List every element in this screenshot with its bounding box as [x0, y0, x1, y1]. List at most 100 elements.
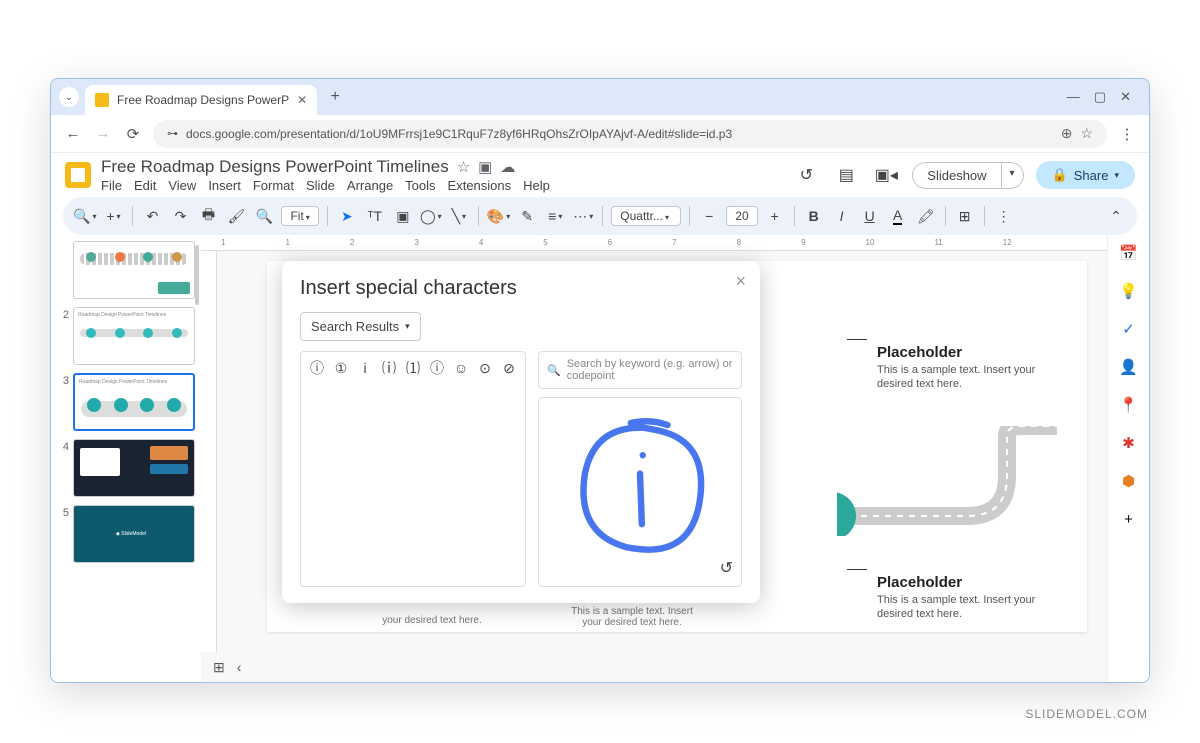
site-info-icon[interactable]: ⊶: [167, 127, 178, 140]
character-search-input[interactable]: 🔍 Search by keyword (e.g. arrow) or code…: [538, 351, 742, 389]
menu-insert[interactable]: Insert: [208, 178, 241, 193]
insert-comment-button[interactable]: ⊞: [954, 204, 976, 228]
slide-number: 3: [57, 373, 69, 431]
new-slide-button[interactable]: +: [102, 204, 124, 228]
char-result[interactable]: ⒤: [379, 358, 399, 378]
forward-button[interactable]: →: [93, 124, 113, 144]
menu-edit[interactable]: Edit: [134, 178, 156, 193]
char-result[interactable]: ⓘ: [427, 358, 447, 378]
special-characters-dialog: × Insert special characters Search Resul…: [282, 261, 760, 603]
document-title[interactable]: Free Roadmap Designs PowerPoint Timeline…: [101, 157, 449, 177]
char-result[interactable]: ①: [331, 358, 351, 378]
underline-button[interactable]: U: [859, 204, 881, 228]
menu-extensions[interactable]: Extensions: [448, 178, 512, 193]
undo-draw-button[interactable]: ↺: [720, 558, 733, 578]
highlight-button[interactable]: 🖍: [915, 204, 937, 228]
contacts-icon[interactable]: 👤: [1119, 357, 1139, 377]
back-button[interactable]: ←: [63, 124, 83, 144]
menu-format[interactable]: Format: [253, 178, 294, 193]
undo-button[interactable]: ↶: [141, 204, 163, 228]
omnibox[interactable]: ⊶ docs.google.com/presentation/d/1oU9MFr…: [153, 120, 1107, 148]
bookmark-icon[interactable]: ☆: [1080, 125, 1093, 142]
tab-list-button[interactable]: ⌄: [59, 87, 79, 107]
zoom-tool-button[interactable]: 🔍: [253, 204, 275, 228]
fill-color-button[interactable]: 🎨: [487, 204, 510, 228]
addon-icon[interactable]: ✱: [1119, 433, 1139, 453]
slideshow-button[interactable]: Slideshow: [912, 162, 1001, 189]
paint-format-button[interactable]: 🖌: [225, 204, 247, 228]
get-addons-button[interactable]: +: [1119, 509, 1139, 529]
slide-thumbnail-1[interactable]: [73, 241, 195, 299]
font-size-input[interactable]: 20: [726, 206, 757, 226]
text-color-button[interactable]: A: [887, 204, 909, 228]
char-result[interactable]: ⊙: [475, 358, 495, 378]
select-tool[interactable]: ➤: [336, 204, 358, 228]
line-tool[interactable]: ╲: [448, 204, 470, 228]
slide-thumbnail-4[interactable]: [73, 439, 195, 497]
maps-icon[interactable]: 📍: [1119, 395, 1139, 415]
more-toolbar-button[interactable]: ⋮: [993, 204, 1015, 228]
close-window-button[interactable]: ✕: [1120, 89, 1131, 105]
keep-icon[interactable]: 💡: [1119, 281, 1139, 301]
draw-character-canvas[interactable]: ↺: [538, 397, 742, 587]
new-tab-button[interactable]: +: [323, 85, 347, 109]
char-result[interactable]: i: [355, 358, 375, 378]
search-menus-button[interactable]: 🔍: [73, 204, 96, 228]
calendar-icon[interactable]: 📅: [1119, 243, 1139, 263]
menu-slide[interactable]: Slide: [306, 178, 335, 193]
slide-thumbnail-3[interactable]: Roadmap Design PowerPoint Timelines: [73, 373, 195, 431]
font-family-select[interactable]: Quattr...: [611, 206, 681, 226]
bold-button[interactable]: B: [803, 204, 825, 228]
italic-button[interactable]: I: [831, 204, 853, 228]
minimize-button[interactable]: —: [1067, 89, 1080, 105]
category-dropdown[interactable]: Search Results▾: [300, 312, 421, 341]
chrome-menu-button[interactable]: ⋮: [1117, 124, 1137, 144]
char-result[interactable]: ☺: [451, 358, 471, 378]
panel-scrollbar[interactable]: [195, 245, 199, 305]
star-icon[interactable]: ☆: [457, 158, 470, 176]
reload-button[interactable]: ⟳: [123, 124, 143, 144]
zoom-icon[interactable]: ⊕: [1061, 125, 1073, 142]
slides-logo[interactable]: [65, 162, 91, 188]
menu-tools[interactable]: Tools: [405, 178, 435, 193]
text-box-tool[interactable]: ᵀT: [364, 204, 386, 228]
font-size-increase[interactable]: +: [764, 204, 786, 228]
font-size-decrease[interactable]: −: [698, 204, 720, 228]
redo-button[interactable]: ↷: [169, 204, 191, 228]
image-tool[interactable]: ▣: [392, 204, 414, 228]
slide-stage[interactable]: Placeholder This is a sample text. Inser…: [217, 251, 1107, 652]
border-color-button[interactable]: ✎: [516, 204, 538, 228]
tasks-icon[interactable]: ✓: [1119, 319, 1139, 339]
menu-file[interactable]: File: [101, 178, 122, 193]
menu-help[interactable]: Help: [523, 178, 550, 193]
close-tab-icon[interactable]: ✕: [297, 93, 307, 107]
browser-tab[interactable]: Free Roadmap Designs PowerP ✕: [85, 85, 317, 115]
print-button[interactable]: 🖶: [197, 204, 219, 228]
shape-tool[interactable]: ◯: [420, 204, 442, 228]
slide-thumbnail-5[interactable]: ◆ SlideModel: [73, 505, 195, 563]
slide-thumbnail-2[interactable]: Roadmap Design PowerPoint Timelines: [73, 307, 195, 365]
move-icon[interactable]: ▣: [478, 158, 492, 176]
menu-arrange[interactable]: Arrange: [347, 178, 393, 193]
maximize-button[interactable]: ▢: [1094, 89, 1106, 105]
watermark: SLIDEMODEL.COM: [1025, 707, 1148, 721]
share-button[interactable]: 🔒 Share ▾: [1036, 161, 1135, 189]
comments-icon[interactable]: ▤: [832, 161, 860, 189]
slideshow-dropdown[interactable]: ▾: [1002, 162, 1024, 189]
border-weight-button[interactable]: ≡: [544, 204, 566, 228]
cloud-status-icon[interactable]: ☁: [500, 158, 515, 176]
close-dialog-button[interactable]: ×: [735, 271, 746, 292]
collapse-toolbar-button[interactable]: ⌃: [1105, 204, 1127, 228]
menu-view[interactable]: View: [168, 178, 196, 193]
browser-window: ⌄ Free Roadmap Designs PowerP ✕ + — ▢ ✕ …: [50, 78, 1150, 683]
char-result[interactable]: ⊘: [499, 358, 519, 378]
prev-slide-button[interactable]: ‹: [237, 659, 242, 675]
zoom-select[interactable]: Fit: [281, 206, 318, 226]
char-result[interactable]: ⓘ: [307, 358, 327, 378]
border-dash-button[interactable]: ⋯: [572, 204, 594, 228]
char-result[interactable]: ⑴: [403, 358, 423, 378]
grid-view-button[interactable]: ⊞: [213, 659, 225, 676]
history-icon[interactable]: ↺: [792, 161, 820, 189]
meet-icon[interactable]: ▣◂: [872, 161, 900, 189]
addon-icon-2[interactable]: ⬢: [1119, 471, 1139, 491]
